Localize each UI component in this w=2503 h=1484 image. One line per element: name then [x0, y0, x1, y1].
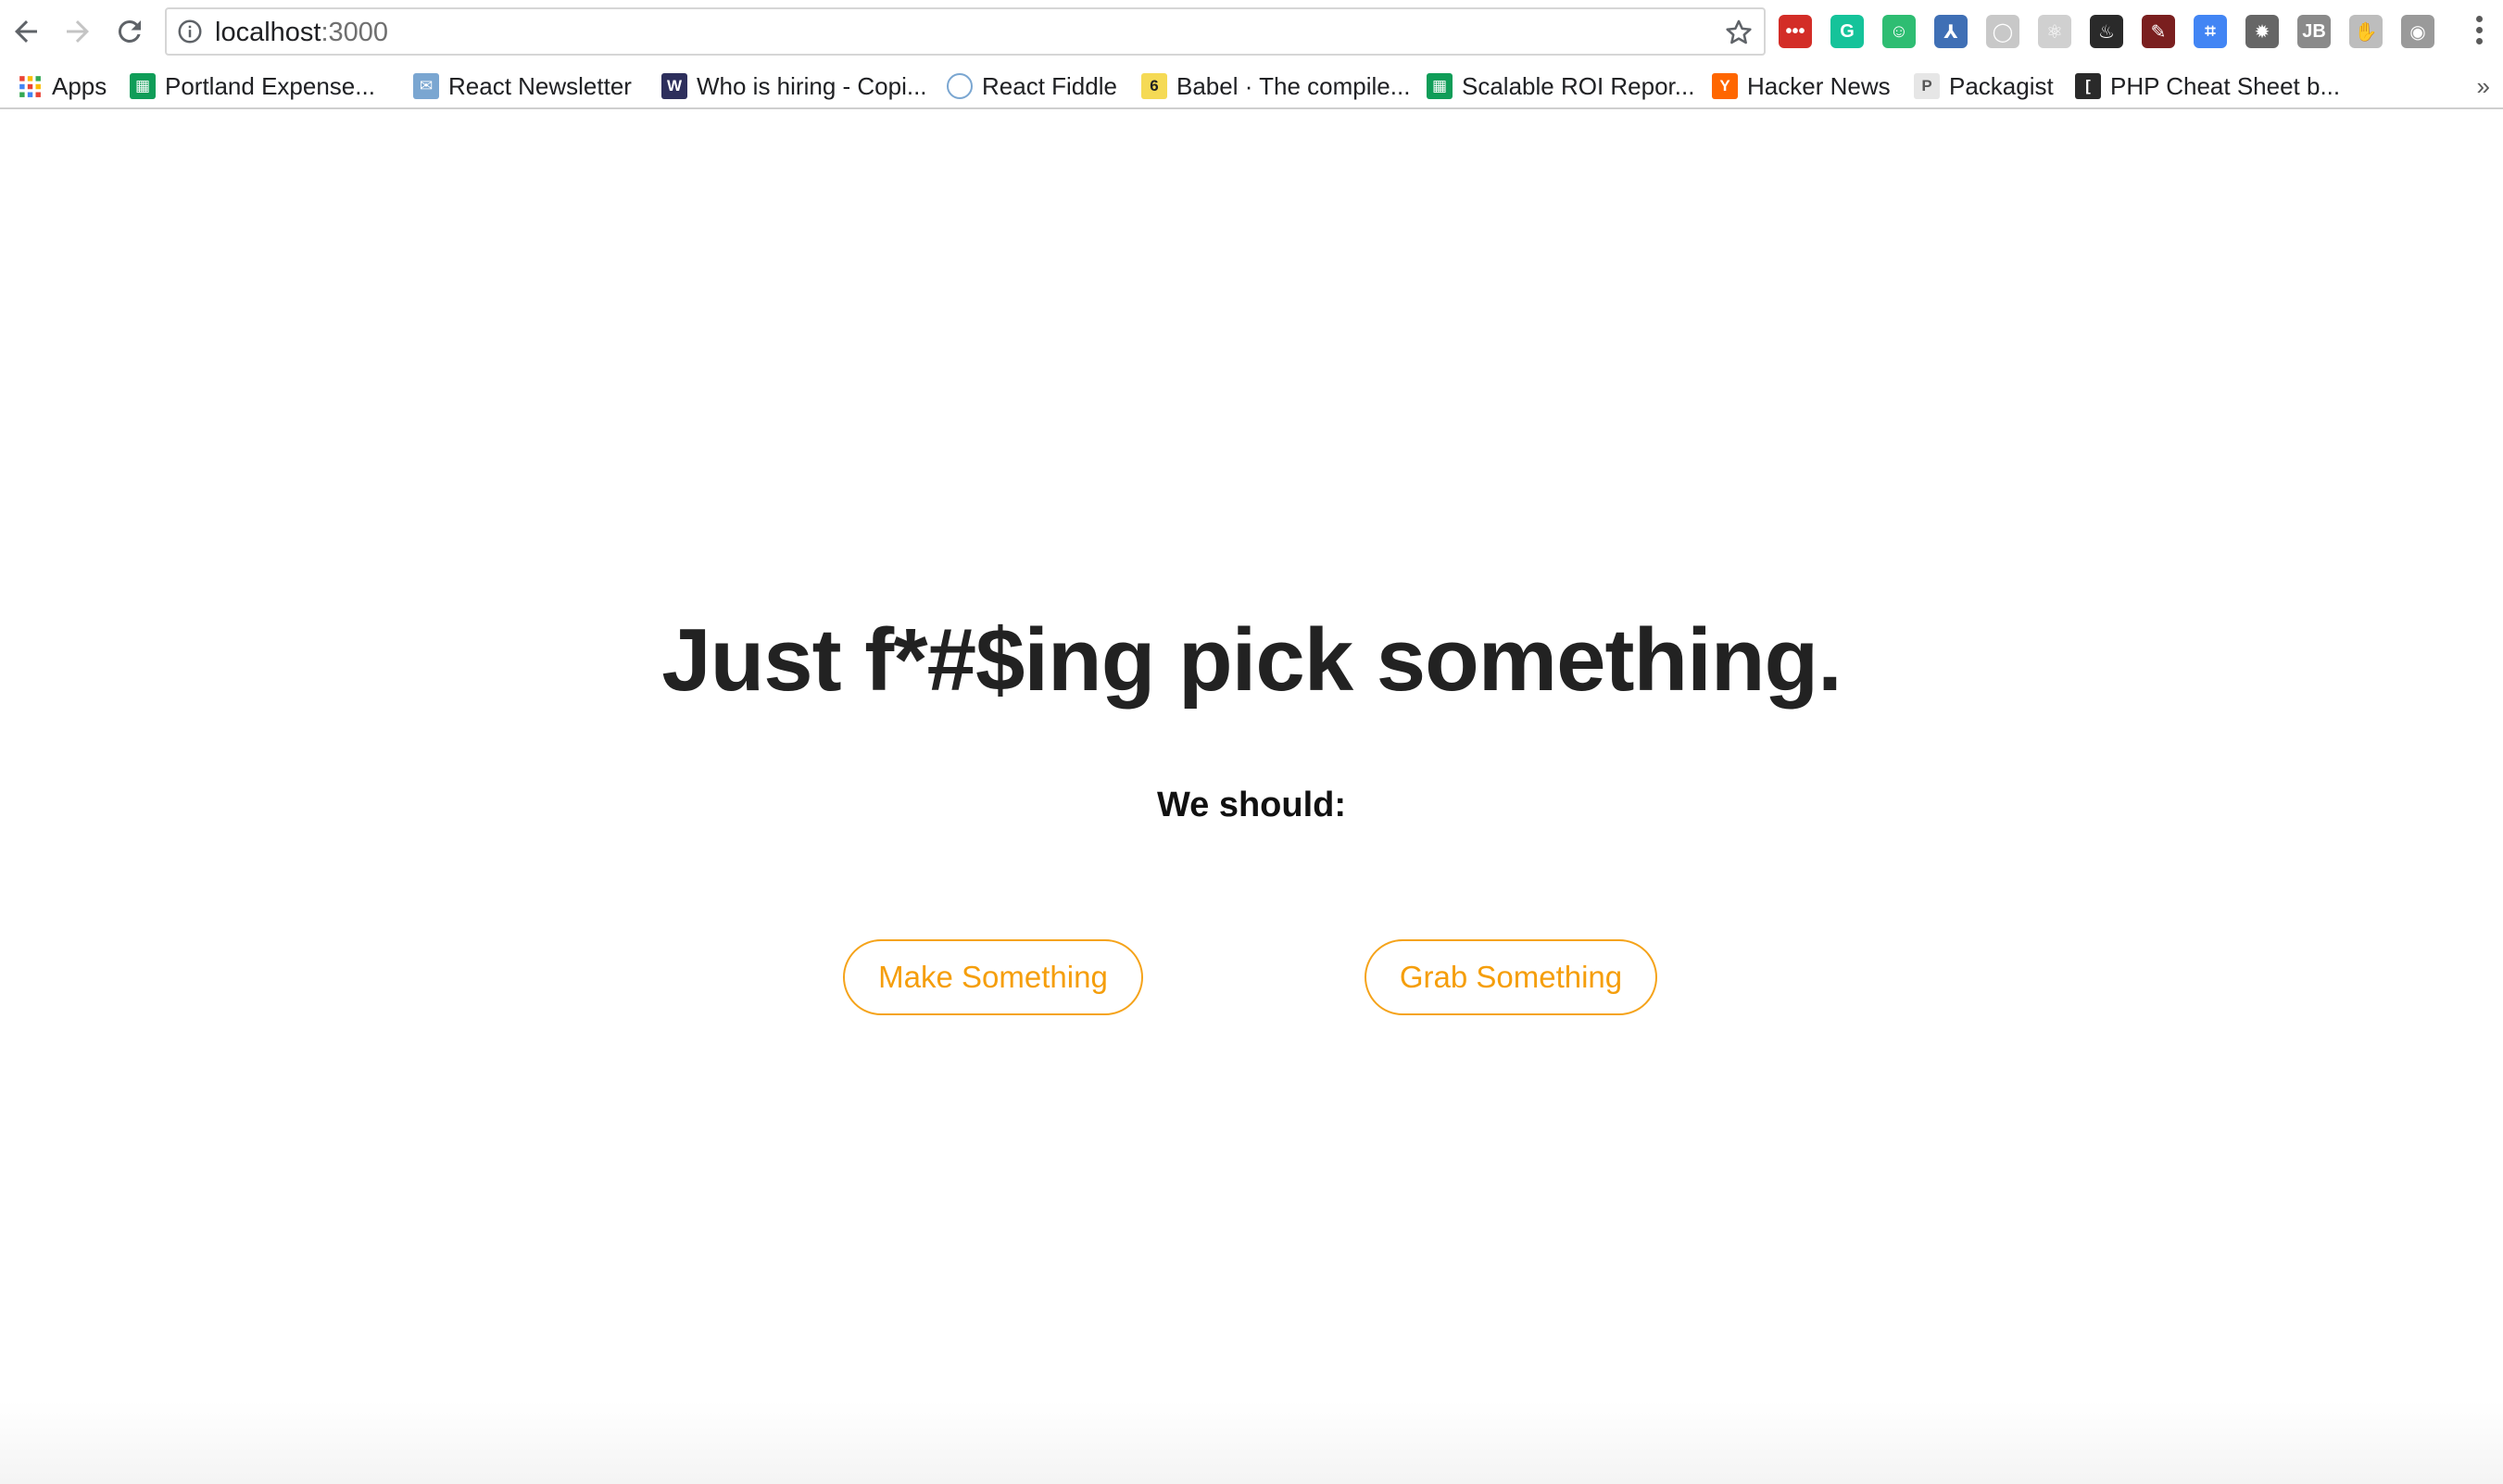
bookmark-label: Babel · The compile... [1176, 71, 1411, 100]
bookmark-star-icon[interactable] [1723, 17, 1755, 48]
bookmark-item[interactable]: 6 Babel · The compile... [1141, 70, 1410, 102]
extension-circle-icon[interactable]: ◯ [1986, 15, 2019, 48]
back-arrow-icon [15, 20, 37, 43]
whoishiring-icon: W [661, 73, 687, 99]
browser-menu-icon[interactable] [2472, 13, 2486, 52]
forward-button[interactable] [57, 11, 98, 52]
extension-dev-icon[interactable]: ⅄ [1934, 15, 1968, 48]
bookmark-label: Hacker News [1747, 71, 1891, 100]
extension-hand-icon[interactable]: ✋ [2349, 15, 2383, 48]
page-title: Just f*#$ing pick something. [661, 610, 1843, 710]
bookmark-item[interactable]: [ PHP Cheat Sheet b... [2075, 70, 2340, 102]
extension-green-icon[interactable]: ☺ [1882, 15, 1916, 48]
bookmark-label: Who is hiring - Copi... [697, 71, 927, 100]
extension-gear-icon[interactable]: ✹ [2245, 15, 2279, 48]
address-bar[interactable]: localhost:3000 [165, 7, 1766, 56]
cloud-icon [947, 73, 973, 99]
lastpass-icon[interactable]: ••• [1779, 15, 1812, 48]
bookmark-item[interactable]: Apps [17, 70, 107, 102]
reload-button[interactable] [109, 11, 150, 52]
bookmark-item[interactable]: ▦ Scalable ROI Repor... [1427, 70, 1694, 102]
react-devtools-icon[interactable]: ⚛ [2038, 15, 2071, 48]
hacker-news-icon: Y [1712, 73, 1738, 99]
bookmark-item[interactable]: P Packagist [1914, 70, 2054, 102]
back-button[interactable] [6, 11, 46, 52]
reload-icon [118, 19, 141, 43]
bookmark-item[interactable]: ▦ Portland Expense... [130, 70, 375, 102]
extension-blue-icon[interactable]: ⌗ [2194, 15, 2227, 48]
browser-toolbar: localhost:3000 ••• G ☺ ⅄ ◯ ⚛ ♨ ✎ ⌗ ✹ JB ✋ ◉ [0, 0, 2503, 63]
camera-icon[interactable]: ◉ [2401, 15, 2434, 48]
apps-grid-icon [17, 73, 43, 99]
bookmark-label: React Fiddle [982, 71, 1117, 100]
url-port: :3000 [321, 18, 389, 47]
react-newsletter-icon: ✉ [413, 73, 439, 99]
url-host: localhost [215, 18, 321, 47]
grab-something-button[interactable]: Grab Something [1365, 939, 1657, 1015]
babel-icon: 6 [1141, 73, 1167, 99]
make-something-button[interactable]: Make Something [843, 939, 1143, 1015]
extensions-bar: ••• G ☺ ⅄ ◯ ⚛ ♨ ✎ ⌗ ✹ JB ✋ ◉ [1779, 13, 2492, 50]
page-subtitle: We should: [1156, 786, 1347, 824]
bookmark-item[interactable]: React Fiddle [947, 70, 1117, 102]
forward-arrow-icon [67, 20, 89, 43]
extension-flame-icon[interactable]: ♨ [2090, 15, 2123, 48]
bookmark-label: Scalable ROI Repor... [1462, 71, 1695, 100]
bookmark-item[interactable]: W Who is hiring - Copi... [661, 70, 927, 102]
bookmark-label: PHP Cheat Sheet b... [2110, 71, 2341, 100]
packagist-icon: P [1914, 73, 1940, 99]
page-content: Just f*#$ing pick something. We should: … [0, 109, 2503, 1484]
url-text: localhost:3000 [215, 18, 388, 47]
bookmark-label: Apps [52, 71, 107, 100]
grammarly-icon[interactable]: G [1830, 15, 1864, 48]
bookmark-label: Portland Expense... [165, 71, 375, 100]
bookmarks-bar: Apps ▦ Portland Expense... ✉ React Newslette… [0, 63, 2503, 109]
info-icon[interactable] [176, 18, 204, 45]
jetbrains-icon[interactable]: JB [2297, 15, 2331, 48]
bookmark-item[interactable]: Y Hacker News [1712, 70, 1891, 102]
bookmark-item[interactable]: ✉ React Newsletter [413, 70, 632, 102]
extension-picker-icon[interactable]: ✎ [2142, 15, 2175, 48]
bookmarks-overflow-icon[interactable]: » [2477, 72, 2490, 101]
bookmark-label: Packagist [1949, 71, 2054, 100]
sheets-icon: ▦ [130, 73, 156, 99]
php-icon: [ [2075, 73, 2101, 99]
bookmark-label: React Newsletter [448, 71, 632, 100]
sheets-icon: ▦ [1427, 73, 1453, 99]
